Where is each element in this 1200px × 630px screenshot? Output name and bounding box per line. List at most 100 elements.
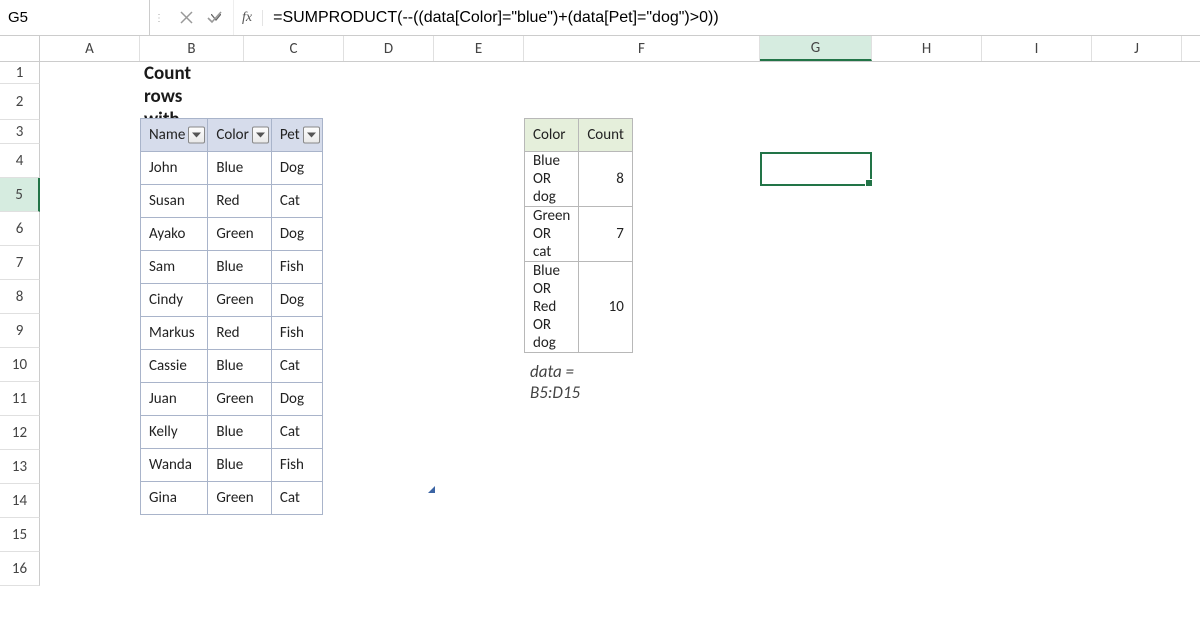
row-header-8[interactable]: 8 [0, 280, 40, 314]
column-header-H[interactable]: H [872, 36, 982, 61]
table-resize-handle-icon[interactable] [428, 486, 435, 493]
formula-bar-buttons [167, 0, 234, 35]
row-header-4[interactable]: 4 [0, 144, 40, 178]
row-header-14[interactable]: 14 [0, 484, 40, 518]
table-row: SusanRedCat [141, 185, 323, 218]
row-header-2[interactable]: 2 [0, 84, 40, 120]
row-header-9[interactable]: 9 [0, 314, 40, 348]
cell[interactable]: Fish [271, 449, 322, 482]
name-box-wrap [0, 0, 150, 35]
results-col-count[interactable]: Count [579, 119, 633, 152]
row-header-10[interactable]: 10 [0, 348, 40, 382]
cell[interactable]: Blue [208, 350, 272, 383]
row-header-3[interactable]: 3 [0, 120, 40, 144]
cell[interactable]: Kelly [141, 416, 208, 449]
cell[interactable]: John [141, 152, 208, 185]
column-header-F[interactable]: F [524, 36, 760, 61]
column-header-E[interactable]: E [434, 36, 524, 61]
column-header-C[interactable]: C [244, 36, 344, 61]
table-row: Blue OR Red OR dog10 [525, 262, 633, 353]
count-cell[interactable]: 7 [579, 207, 633, 262]
cell[interactable]: Red [208, 317, 272, 350]
criteria-cell[interactable]: Blue OR dog [525, 152, 579, 207]
table-row: WandaBlueFish [141, 449, 323, 482]
row-header-13[interactable]: 13 [0, 450, 40, 484]
column-header-B[interactable]: B [140, 36, 244, 61]
data-col-name[interactable]: Name [141, 119, 208, 152]
table-row: GinaGreenCat [141, 482, 323, 515]
table-row: JuanGreenDog [141, 383, 323, 416]
cell[interactable]: Cat [271, 482, 322, 515]
column-header-G[interactable]: G [760, 36, 872, 61]
cell[interactable]: Fish [271, 317, 322, 350]
table-row: Green OR cat7 [525, 207, 633, 262]
results-header-row: ColorCount [525, 119, 633, 152]
cell[interactable]: Dog [271, 218, 322, 251]
column-headers: ABCDEFGHIJ [0, 36, 1200, 62]
cell[interactable]: Susan [141, 185, 208, 218]
col-label: Pet [280, 126, 300, 144]
row-header-15[interactable]: 15 [0, 518, 40, 552]
column-header-D[interactable]: D [344, 36, 434, 61]
cell[interactable]: Dog [271, 284, 322, 317]
resize-grip-icon[interactable]: ⋮ [150, 11, 167, 24]
table-row: MarkusRedFish [141, 317, 323, 350]
cell[interactable]: Dog [271, 383, 322, 416]
cancel-icon[interactable] [173, 5, 199, 31]
column-header-A[interactable]: A [40, 36, 140, 61]
filter-dropdown-icon[interactable] [303, 127, 320, 144]
col-label: Name [149, 126, 185, 144]
cell[interactable]: Cat [271, 416, 322, 449]
cell[interactable]: Wanda [141, 449, 208, 482]
cell[interactable]: Cassie [141, 350, 208, 383]
filter-dropdown-icon[interactable] [188, 127, 205, 144]
results-col-color[interactable]: Color [525, 119, 579, 152]
table-row: JohnBlueDog [141, 152, 323, 185]
data-col-pet[interactable]: Pet [271, 119, 322, 152]
cell[interactable]: Green [208, 482, 272, 515]
row-header-12[interactable]: 12 [0, 416, 40, 450]
count-cell[interactable]: 8 [579, 152, 633, 207]
cell[interactable]: Fish [271, 251, 322, 284]
data-col-color[interactable]: Color [208, 119, 272, 152]
data-table-header-row: Name Color Pet [141, 119, 323, 152]
row-header-6[interactable]: 6 [0, 212, 40, 246]
formula-input[interactable] [263, 9, 1200, 27]
table-row: Blue OR dog8 [525, 152, 633, 207]
row-header-11[interactable]: 11 [0, 382, 40, 416]
cell[interactable]: Blue [208, 449, 272, 482]
enter-check-icon[interactable] [201, 5, 227, 31]
cell[interactable]: Green [208, 383, 272, 416]
fx-icon[interactable]: fx [234, 10, 263, 26]
column-header-I[interactable]: I [982, 36, 1092, 61]
cell[interactable]: Dog [271, 152, 322, 185]
criteria-cell[interactable]: Green OR cat [525, 207, 579, 262]
cell[interactable]: Blue [208, 416, 272, 449]
column-header-J[interactable]: J [1092, 36, 1182, 61]
cell[interactable]: Cat [271, 350, 322, 383]
cell[interactable]: Markus [141, 317, 208, 350]
row-header-5[interactable]: 5 [0, 178, 40, 212]
table-row: KellyBlueCat [141, 416, 323, 449]
count-cell[interactable]: 10 [579, 262, 633, 353]
cell[interactable]: Green [208, 218, 272, 251]
table-row: CassieBlueCat [141, 350, 323, 383]
criteria-cell[interactable]: Blue OR Red OR dog [525, 262, 579, 353]
cell[interactable]: Juan [141, 383, 208, 416]
cell[interactable]: Green [208, 284, 272, 317]
cell[interactable]: Sam [141, 251, 208, 284]
cell[interactable]: Ayako [141, 218, 208, 251]
cell[interactable]: Cindy [141, 284, 208, 317]
cell[interactable]: Gina [141, 482, 208, 515]
cell[interactable]: Blue [208, 251, 272, 284]
row-header-7[interactable]: 7 [0, 246, 40, 280]
select-all-corner[interactable] [0, 36, 40, 61]
row-header-1[interactable]: 1 [0, 62, 40, 84]
cell[interactable]: Cat [271, 185, 322, 218]
filter-dropdown-icon[interactable] [252, 127, 269, 144]
table-row: AyakoGreenDog [141, 218, 323, 251]
row-header-16[interactable]: 16 [0, 552, 40, 586]
spreadsheet-grid: ABCDEFGHIJ 12345678910111213141516 Count… [0, 36, 1200, 586]
cell[interactable]: Red [208, 185, 272, 218]
cell[interactable]: Blue [208, 152, 272, 185]
